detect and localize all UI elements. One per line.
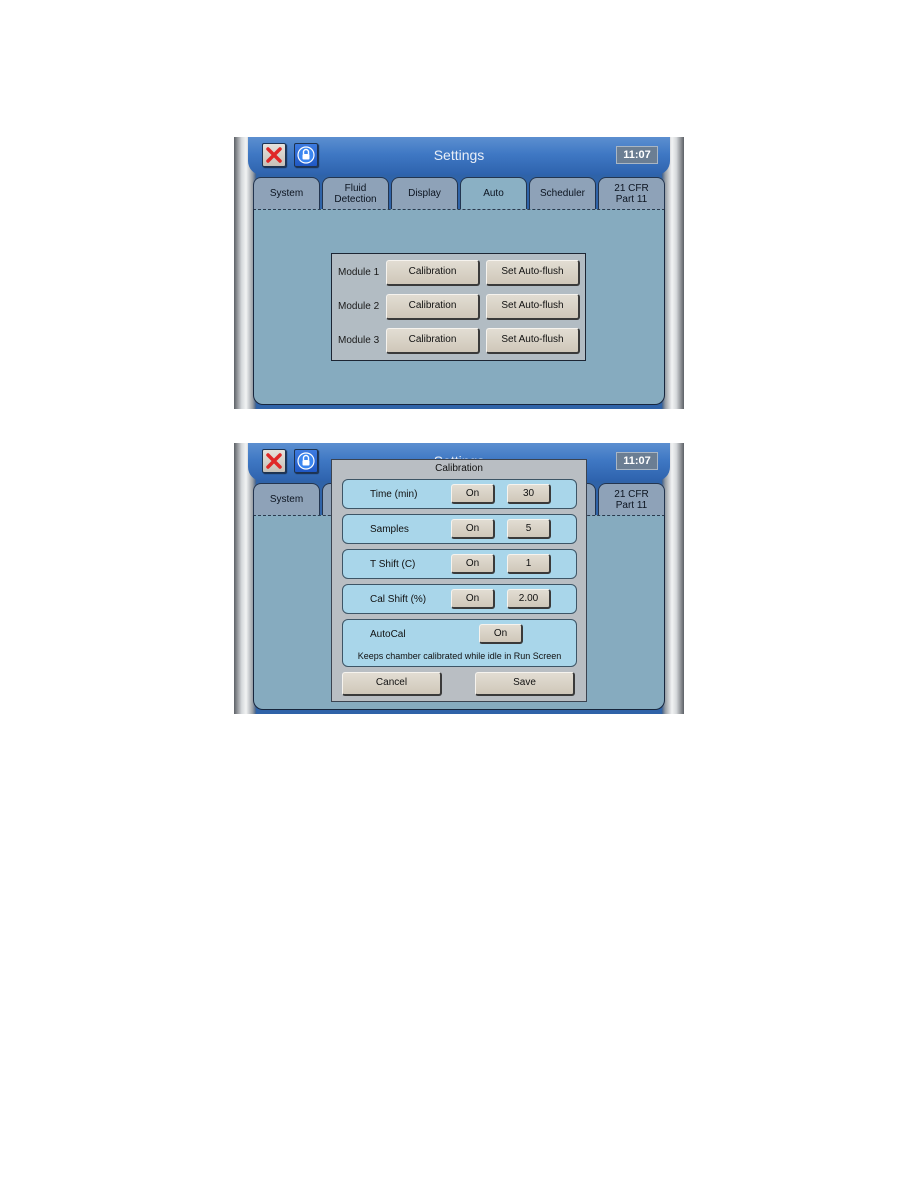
- cal-shift-value-button[interactable]: 2.00: [507, 589, 551, 609]
- tab-21-cfr-part-11[interactable]: 21 CFR Part 11: [598, 483, 665, 515]
- t-shift-toggle-button[interactable]: On: [451, 554, 495, 574]
- module-panel: Module 1 Calibration Set Auto-flush Modu…: [331, 253, 586, 361]
- tab-label: Fluid Detection: [334, 183, 376, 205]
- tab-label-line2: Part 11: [615, 499, 648, 511]
- tab-bar: System Fluid Detection Display Auto Sched…: [253, 177, 665, 209]
- settings-screen-auto-tab: Settings 11:07 System Fluid Detection Dis…: [234, 137, 684, 409]
- clock: 11:07: [616, 452, 658, 470]
- tab-scheduler[interactable]: Scheduler: [529, 177, 596, 209]
- autocal-description: Keeps chamber calibrated while idle in R…: [357, 651, 562, 661]
- tab-auto[interactable]: Auto: [460, 177, 527, 209]
- cancel-button[interactable]: Cancel: [342, 672, 442, 696]
- t-shift-label: T Shift (C): [370, 559, 416, 570]
- tab-label-line2: Part 11: [615, 193, 648, 205]
- tab-display[interactable]: Display: [391, 177, 458, 209]
- page-title: Settings: [433, 147, 485, 163]
- set-auto-flush-button[interactable]: Set Auto-flush: [486, 260, 580, 286]
- module-label: Module 2: [338, 301, 380, 312]
- calibration-button[interactable]: Calibration: [386, 294, 480, 320]
- t-shift-value-button[interactable]: 1: [507, 554, 551, 574]
- autocal-label: AutoCal: [370, 629, 406, 640]
- title-bar: Settings 11:07: [248, 137, 670, 175]
- tab-label: System: [269, 188, 304, 199]
- cal-shift-label: Cal Shift (%): [370, 594, 427, 605]
- module-row: Module 1 Calibration Set Auto-flush: [332, 260, 585, 286]
- module-row: Module 3 Calibration Set Auto-flush: [332, 328, 585, 354]
- calibration-button[interactable]: Calibration: [386, 328, 480, 354]
- tab-label-line1: 21 CFR: [614, 488, 649, 500]
- calibration-dialog: Calibration Time (min) On 30 Samples On …: [331, 459, 587, 702]
- tab-fluid-detection[interactable]: Fluid Detection: [322, 177, 389, 209]
- tab-label-line1: Fluid: [344, 182, 367, 194]
- tab-content: Module 1 Calibration Set Auto-flush Modu…: [253, 209, 665, 405]
- calibration-button[interactable]: Calibration: [386, 260, 480, 286]
- tab-21-cfr-part-11[interactable]: 21 CFR Part 11: [598, 177, 665, 209]
- time-label: Time (min): [370, 489, 418, 500]
- samples-label: Samples: [370, 524, 409, 535]
- dialog-title: Calibration: [435, 463, 483, 474]
- autocal-row: AutoCal On Keeps chamber calibrated whil…: [342, 619, 577, 667]
- right-bezel: [662, 137, 684, 409]
- settings-screen-calibration-dialog: Settings 11:07 System 21 CFRPart 11 Cali…: [234, 443, 684, 714]
- time-value-button[interactable]: 30: [507, 484, 551, 504]
- time-toggle-button[interactable]: On: [451, 484, 495, 504]
- set-auto-flush-button[interactable]: Set Auto-flush: [486, 328, 580, 354]
- tab-label: System: [269, 494, 304, 505]
- samples-toggle-button[interactable]: On: [451, 519, 495, 539]
- tab-system[interactable]: System: [253, 483, 320, 515]
- module-row: Module 2 Calibration Set Auto-flush: [332, 294, 585, 320]
- module-label: Module 1: [338, 267, 380, 278]
- tab-label: Scheduler: [539, 188, 586, 199]
- tab-label: 21 CFR Part 11: [614, 489, 648, 511]
- samples-row: Samples On 5: [342, 514, 577, 544]
- save-button[interactable]: Save: [475, 672, 575, 696]
- cal-shift-toggle-button[interactable]: On: [451, 589, 495, 609]
- tab-label: Display: [408, 188, 441, 199]
- set-auto-flush-button[interactable]: Set Auto-flush: [486, 294, 580, 320]
- tab-label-line2: Detection: [334, 193, 377, 205]
- tab-label: Auto: [483, 188, 504, 199]
- tab-system[interactable]: System: [253, 177, 320, 209]
- time-row: Time (min) On 30: [342, 479, 577, 509]
- autocal-toggle-button[interactable]: On: [479, 624, 523, 644]
- cal-shift-row: Cal Shift (%) On 2.00: [342, 584, 577, 614]
- clock: 11:07: [616, 146, 658, 164]
- tab-label: 21 CFR Part 11: [614, 183, 648, 205]
- tab-label-line1: 21 CFR: [614, 182, 649, 194]
- samples-value-button[interactable]: 5: [507, 519, 551, 539]
- right-bezel: [662, 443, 684, 714]
- module-label: Module 3: [338, 335, 380, 346]
- t-shift-row: T Shift (C) On 1: [342, 549, 577, 579]
